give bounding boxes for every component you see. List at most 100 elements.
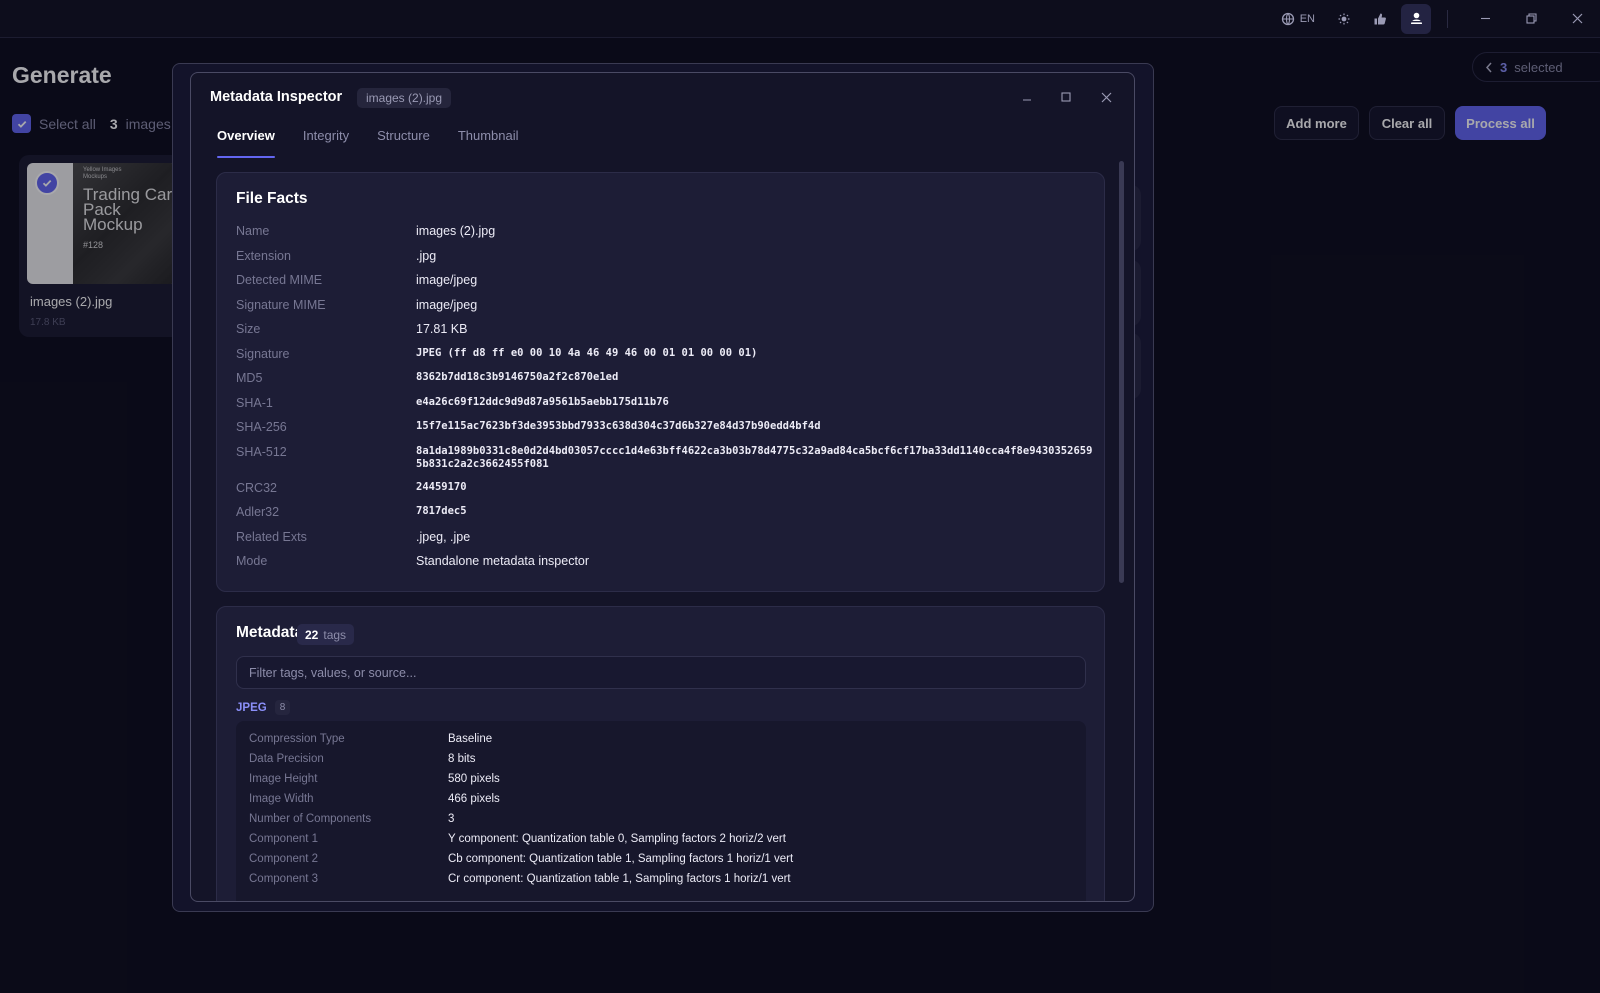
close-icon [1572, 13, 1583, 24]
fact-label: Related Exts [236, 530, 307, 544]
dialog-close-button[interactable] [1096, 87, 1116, 107]
close-icon [1101, 92, 1112, 103]
fact-value: 24459170 [416, 481, 467, 493]
tag-value: Cb component: Quantization table 1, Samp… [448, 853, 794, 865]
fact-label: CRC32 [236, 481, 277, 495]
tag-value: 3 [448, 813, 455, 825]
fact-label: MD5 [236, 371, 263, 385]
dialog-maximize-button[interactable] [1056, 87, 1076, 107]
fact-row: Mode Standalone metadata inspector [236, 554, 1096, 568]
language-label: EN [1299, 12, 1315, 25]
fact-value: e4a26c69f12ddc9d9d87a9561b5aebb175d11b76 [416, 396, 669, 408]
tab-integrity[interactable]: Integrity [303, 128, 349, 158]
tab-thumbnail[interactable]: Thumbnail [458, 128, 519, 158]
window-close-button[interactable] [1554, 4, 1600, 34]
tag-row: Compression Type Baseline [249, 733, 1069, 745]
tag-label: Number of Components [249, 813, 372, 825]
fact-value: Standalone metadata inspector [416, 554, 590, 568]
dialog-title: Metadata Inspector [210, 89, 343, 105]
fact-row: Signature JPEG (ff d8 ff e0 00 10 4a 46 … [236, 347, 1096, 361]
theme-toggle-button[interactable] [1329, 4, 1359, 34]
fact-row: MD5 8362b7dd18c3b9146750a2f2c870e1ed [236, 371, 1096, 385]
tag-row: Image Height 580 pixels [249, 773, 1069, 785]
tab-structure[interactable]: Structure [377, 128, 430, 158]
fact-label: Name [236, 224, 270, 238]
tag-count-number: 22 [305, 627, 319, 642]
fact-label: Signature MIME [236, 298, 326, 312]
dialog-file-chip: images (2).jpg [357, 88, 452, 108]
user-settings-icon [1409, 11, 1424, 26]
fact-row: Name images (2).jpg [236, 224, 1096, 238]
dialog-scrollbar[interactable] [1119, 161, 1124, 583]
fact-label: Mode [236, 554, 268, 568]
tag-label: Image Width [249, 793, 314, 805]
tag-value: Baseline [448, 733, 493, 745]
file-facts-title: File Facts [236, 190, 308, 207]
fact-value: .jpg [416, 249, 437, 263]
fact-label: SHA-256 [236, 420, 287, 434]
fact-value: images (2).jpg [416, 224, 496, 238]
group-name: JPEG [236, 701, 267, 714]
tab-overview[interactable]: Overview [217, 128, 275, 158]
tag-value: 8 bits [448, 753, 476, 765]
minimize-button[interactable] [1462, 4, 1508, 34]
sun-icon [1338, 13, 1350, 25]
restore-icon [1525, 13, 1537, 24]
fact-row: SHA-512 8a1da1989b0331c8e0d2d4bd03057ccc… [236, 445, 1096, 471]
fact-value: 8a1da1989b0331c8e0d2d4bd03057cccc1d4e63b… [416, 445, 1093, 470]
fact-row: Related Exts .jpeg, .jpe [236, 530, 1096, 544]
file-facts-section: File Facts Name images (2).jpg Extension… [216, 172, 1105, 592]
tag-label: Component 2 [249, 853, 319, 865]
fact-value: 8362b7dd18c3b9146750a2f2c870e1ed [416, 371, 619, 383]
metadata-group-header[interactable]: JPEG 8 [236, 700, 291, 715]
tag-row: Image Width 466 pixels [249, 793, 1069, 805]
fact-row: Detected MIME image/jpeg [236, 273, 1096, 287]
fact-label: Adler32 [236, 505, 280, 519]
dialog-minimize-button[interactable] [1017, 87, 1037, 107]
title-bar: EN [0, 0, 1600, 38]
fact-row: SHA-1 e4a26c69f12ddc9d9d87a9561b5aebb175… [236, 396, 1096, 410]
restore-button[interactable] [1508, 4, 1554, 34]
fact-row: Extension .jpg [236, 249, 1096, 263]
thumbs-up-icon [1373, 12, 1387, 26]
metadata-section: Metadata 22 tags JPEG 8 Compression Type… [216, 606, 1105, 901]
metadata-filter-input[interactable] [236, 656, 1086, 689]
fact-row: Adler32 7817dec5 [236, 505, 1096, 519]
minimize-icon [1480, 13, 1491, 24]
fact-row: Size 17.81 KB [236, 322, 1096, 336]
fact-row: CRC32 24459170 [236, 481, 1096, 495]
tag-value: Cr component: Quantization table 1, Samp… [448, 873, 791, 885]
tag-count-unit: tags [323, 627, 347, 642]
fact-label: Size [236, 322, 261, 336]
fact-label: SHA-1 [236, 396, 273, 410]
tag-row: Data Precision 8 bits [249, 753, 1069, 765]
fact-value: image/jpeg [416, 273, 478, 287]
group-count-badge: 8 [274, 700, 291, 715]
language-switch[interactable]: EN [1281, 4, 1315, 34]
metadata-title: Metadata [236, 624, 304, 641]
fact-label: Extension [236, 249, 291, 263]
tag-value: 580 pixels [448, 773, 500, 785]
toolbar-divider [1447, 9, 1448, 28]
fact-value: 17.81 KB [416, 322, 468, 336]
tag-label: Data Precision [249, 753, 324, 765]
minimize-icon [1022, 92, 1032, 102]
fact-value: .jpeg, .jpe [416, 530, 471, 544]
tag-row: Component 2 Cb component: Quantization t… [249, 853, 1069, 865]
fact-row: Signature MIME image/jpeg [236, 298, 1096, 312]
fact-label: Detected MIME [236, 273, 323, 287]
tag-label: Component 1 [249, 833, 319, 845]
tag-row: Component 1 Y component: Quantization ta… [249, 833, 1069, 845]
tag-row: Number of Components 3 [249, 813, 1069, 825]
fact-value: 7817dec5 [416, 505, 467, 517]
metadata-tag-table: Compression Type Baseline Data Precision… [236, 721, 1086, 901]
fact-label: Signature [236, 347, 290, 361]
tag-count-badge: 22 tags [297, 624, 355, 645]
fact-value: 15f7e115ac7623bf3de3953bbd7933c638d304c3… [416, 420, 821, 432]
feedback-button[interactable] [1365, 4, 1395, 34]
tag-label: Component 3 [249, 873, 319, 885]
tag-value: Y component: Quantization table 0, Sampl… [448, 833, 786, 845]
maximize-icon [1061, 92, 1071, 102]
tag-value: 466 pixels [448, 793, 500, 805]
account-button[interactable] [1401, 3, 1431, 34]
